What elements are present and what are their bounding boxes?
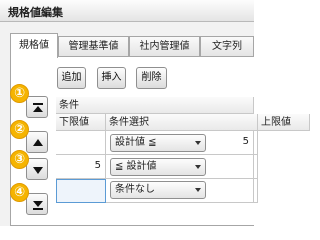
condition-select-value: 設計値 ≦ xyxy=(115,137,157,148)
group-header: 条件 xyxy=(56,97,254,114)
move-up-button[interactable] xyxy=(26,131,48,153)
upper-value-cell[interactable] xyxy=(208,179,254,203)
tab-text[interactable]: 文字列 xyxy=(200,36,254,57)
window-title: 規格値編集 xyxy=(8,6,63,19)
condition-select[interactable]: ≦ 設計値 xyxy=(110,158,206,176)
lower-value-cell[interactable]: 5 xyxy=(56,155,106,179)
upper-value-cell[interactable]: 5 xyxy=(208,131,254,155)
insert-button[interactable]: 挿入 xyxy=(97,67,126,89)
tab-internal-control[interactable]: 社内管理値 xyxy=(129,36,200,57)
lower-value-cell-selected[interactable] xyxy=(56,179,106,203)
condition-select-value: 条件なし xyxy=(115,184,155,195)
column-header-upper: 上限値 xyxy=(258,114,310,131)
callout-badge-2: ② xyxy=(10,120,29,139)
chevron-down-icon xyxy=(195,141,201,145)
tab-strip: 規格値 管理基準値 社内管理値 文字列 xyxy=(10,33,254,58)
condition-select-value: ≦ 設計値 xyxy=(115,161,157,172)
move-to-bottom-icon xyxy=(33,201,43,210)
add-button[interactable]: 追加 xyxy=(57,67,86,89)
chevron-down-icon xyxy=(195,165,201,169)
chevron-down-icon xyxy=(195,188,201,192)
move-to-top-icon xyxy=(33,103,43,112)
condition-select[interactable]: 設計値 ≦ xyxy=(110,134,206,152)
move-to-top-button[interactable] xyxy=(26,96,48,118)
title-bar: 規格値編集 xyxy=(0,0,254,22)
move-down-icon xyxy=(33,167,43,174)
delete-button[interactable]: 削除 xyxy=(136,67,167,89)
lower-value-cell[interactable] xyxy=(56,131,106,155)
move-down-button[interactable] xyxy=(26,158,48,180)
callout-badge-1: ① xyxy=(10,84,29,103)
condition-select[interactable]: 条件なし xyxy=(110,181,206,199)
move-to-bottom-button[interactable] xyxy=(26,193,48,215)
callout-badge-4: ④ xyxy=(10,183,29,202)
callout-badge-3: ③ xyxy=(10,150,29,169)
upper-value-cell[interactable] xyxy=(208,155,254,179)
move-up-icon xyxy=(33,139,43,146)
column-header-lower: 下限値 xyxy=(56,114,106,131)
column-header-condition: 条件選択 xyxy=(106,114,258,131)
tab-management-standard[interactable]: 管理基準値 xyxy=(58,36,129,57)
tab-spec-value[interactable]: 規格値 xyxy=(10,33,58,58)
